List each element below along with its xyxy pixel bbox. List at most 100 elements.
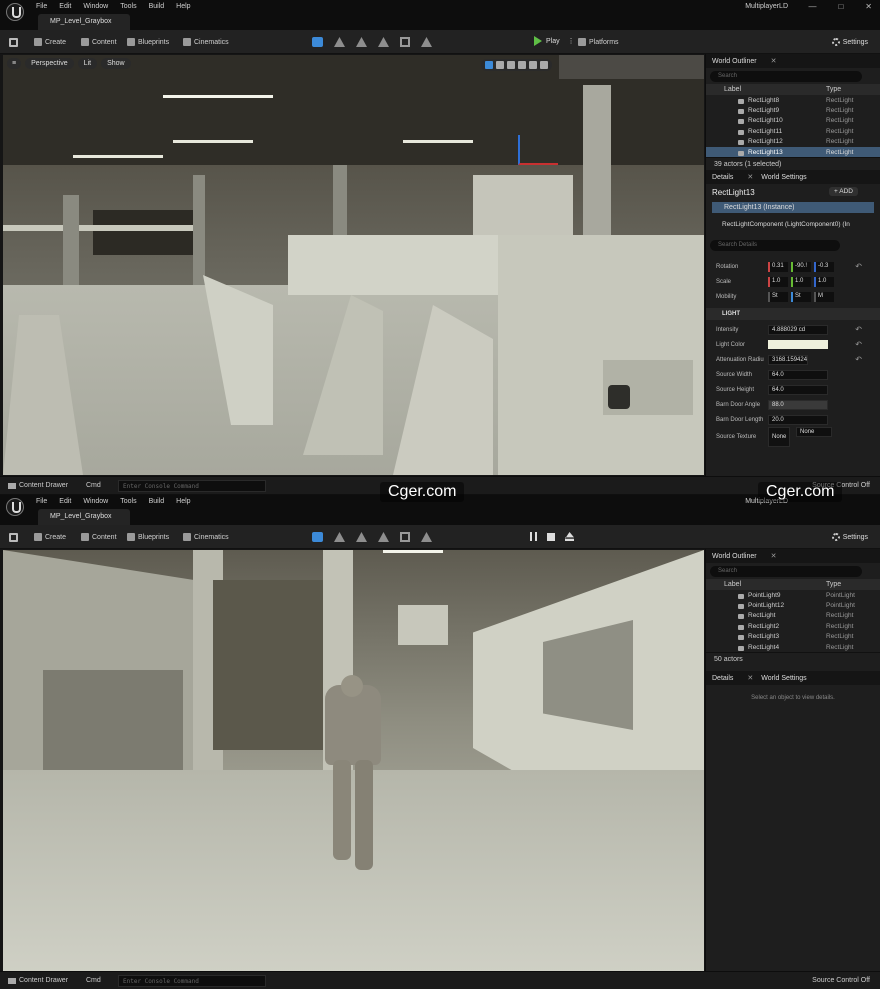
content-drawer-button[interactable]: Content Drawer — [8, 977, 68, 984]
content-button[interactable]: Content — [81, 533, 117, 541]
menu-build[interactable]: Build — [149, 3, 165, 10]
source-height-field[interactable]: 64.0 — [768, 384, 828, 395]
actor-name[interactable]: RectLight13 — [712, 188, 755, 197]
grid-snap-icon[interactable] — [540, 61, 548, 69]
rotation-x-field[interactable]: 0.31 — [768, 261, 788, 272]
close-tab-icon[interactable]: ✕ — [747, 173, 753, 181]
list-item[interactable]: PointLight12 PointLight — [706, 600, 880, 610]
world-settings-tab[interactable]: World Settings — [761, 675, 806, 682]
mesh-paint-mode-icon[interactable] — [378, 532, 389, 542]
blueprints-button[interactable]: Blueprints — [127, 533, 169, 541]
foliage-mode-icon[interactable] — [356, 532, 367, 542]
menu-tools[interactable]: Tools — [120, 3, 136, 10]
menu-edit[interactable]: Edit — [59, 3, 71, 10]
mesh-paint-mode-icon[interactable] — [378, 37, 389, 47]
minimize-button[interactable]: — — [808, 2, 816, 11]
fracture-mode-icon[interactable] — [421, 37, 432, 47]
world-settings-tab[interactable]: World Settings — [761, 174, 806, 181]
play-button[interactable]: Play ⋮ — [534, 36, 575, 46]
outliner-search-input[interactable]: Search — [710, 566, 862, 577]
label-column[interactable]: Label — [706, 86, 826, 93]
list-item[interactable]: RectLight9 RectLight — [706, 105, 880, 115]
mobility-stationary[interactable]: St — [791, 291, 811, 302]
list-item[interactable]: RectLight12 RectLight — [706, 137, 880, 147]
stop-icon[interactable] — [547, 532, 555, 541]
select-tool-icon[interactable] — [485, 61, 493, 69]
source-control-status[interactable]: Source Control Off — [812, 977, 870, 984]
landscape-mode-icon[interactable] — [334, 37, 345, 47]
type-column[interactable]: Type — [826, 86, 841, 93]
create-button[interactable]: Create — [34, 533, 66, 541]
level-viewport[interactable]: ≡ Perspective Lit Show — [3, 55, 704, 475]
level-tab[interactable]: MP_Level_Graybox — [38, 509, 130, 525]
menu-help[interactable]: Help — [176, 498, 190, 505]
light-section[interactable]: LIGHT — [706, 308, 880, 321]
texture-dropdown[interactable]: None — [796, 427, 832, 438]
intensity-field[interactable]: 4.888029 cd — [768, 324, 828, 335]
details-tab[interactable]: Details — [712, 675, 733, 682]
settings-button[interactable]: Settings — [831, 533, 868, 541]
barn-door-angle-field[interactable]: 88.0 — [768, 399, 828, 410]
outliner-tab[interactable]: World Outliner ✕ — [706, 54, 880, 68]
lit-button[interactable]: Lit — [77, 58, 98, 69]
platforms-button[interactable]: Platforms — [578, 38, 619, 46]
rotate-tool-icon[interactable] — [507, 61, 515, 69]
world-space-icon[interactable] — [529, 61, 537, 69]
mobility-static[interactable]: St — [768, 291, 788, 302]
level-tab[interactable]: MP_Level_Graybox — [38, 14, 130, 30]
save-icon[interactable] — [9, 38, 18, 47]
scale-z-field[interactable]: 1.0 — [814, 276, 834, 287]
cmd-button[interactable]: Cmd — [86, 977, 101, 984]
blueprints-button[interactable]: Blueprints — [127, 38, 169, 46]
list-item[interactable]: RectLight2 RectLight — [706, 621, 880, 631]
fracture-mode-icon[interactable] — [421, 532, 432, 542]
show-button[interactable]: Show — [101, 58, 131, 69]
barn-door-length-field[interactable]: 20.0 — [768, 414, 828, 425]
save-icon[interactable] — [9, 533, 18, 542]
texture-thumbnail[interactable]: None — [768, 427, 790, 448]
list-item[interactable]: RectLight3 RectLight — [706, 632, 880, 642]
list-item[interactable]: RectLight4 RectLight — [706, 642, 880, 652]
select-mode-icon[interactable] — [312, 37, 323, 47]
add-component-button[interactable]: + ADD — [829, 187, 858, 197]
label-column[interactable]: Label — [706, 581, 826, 588]
list-item[interactable]: RectLight8 RectLight — [706, 95, 880, 105]
menu-help[interactable]: Help — [176, 3, 190, 10]
menu-window[interactable]: Window — [83, 3, 108, 10]
scale-tool-icon[interactable] — [518, 61, 526, 69]
cinematics-button[interactable]: Cinematics — [183, 38, 229, 46]
component-row[interactable]: RectLightComponent (LightComponent0) (In — [706, 219, 880, 230]
reset-icon[interactable]: ↶ — [855, 355, 862, 364]
maximize-button[interactable]: □ — [838, 2, 843, 11]
translate-tool-icon[interactable] — [496, 61, 504, 69]
list-item[interactable]: PointLight9 PointLight — [706, 590, 880, 600]
source-width-field[interactable]: 64.0 — [768, 369, 828, 380]
rotation-z-field[interactable]: -0.3 — [814, 261, 834, 272]
content-drawer-button[interactable]: Content Drawer — [8, 482, 68, 489]
details-tab[interactable]: Details — [712, 174, 733, 181]
menu-edit[interactable]: Edit — [59, 498, 71, 505]
perspective-button[interactable]: Perspective — [25, 58, 74, 69]
menu-window[interactable]: Window — [83, 498, 108, 505]
console-input[interactable]: Enter Console Command — [118, 975, 266, 987]
reset-icon[interactable]: ↶ — [855, 262, 862, 271]
scale-x-field[interactable]: 1.0 — [768, 276, 788, 287]
close-button[interactable]: ✕ — [865, 2, 872, 11]
select-mode-icon[interactable] — [312, 532, 323, 542]
outliner-tab[interactable]: World Outliner ✕ — [706, 549, 880, 563]
settings-button[interactable]: Settings — [831, 38, 868, 46]
list-item-selected[interactable]: RectLight13 RectLight — [706, 146, 880, 158]
outliner-search-input[interactable]: Search — [710, 71, 862, 82]
menu-file[interactable]: File — [36, 498, 47, 505]
eject-icon[interactable] — [565, 532, 574, 541]
light-color-swatch[interactable] — [768, 340, 828, 350]
cinematics-button[interactable]: Cinematics — [183, 533, 229, 541]
cmd-button[interactable]: Cmd — [86, 482, 101, 489]
list-item[interactable]: RectLight11 RectLight — [706, 126, 880, 136]
create-button[interactable]: Create — [34, 38, 66, 46]
menu-build[interactable]: Build — [149, 498, 165, 505]
scale-y-field[interactable]: 1.0 — [791, 276, 811, 287]
pause-icon[interactable] — [530, 532, 537, 541]
type-column[interactable]: Type — [826, 581, 841, 588]
details-search-input[interactable]: Search Details — [710, 240, 840, 252]
